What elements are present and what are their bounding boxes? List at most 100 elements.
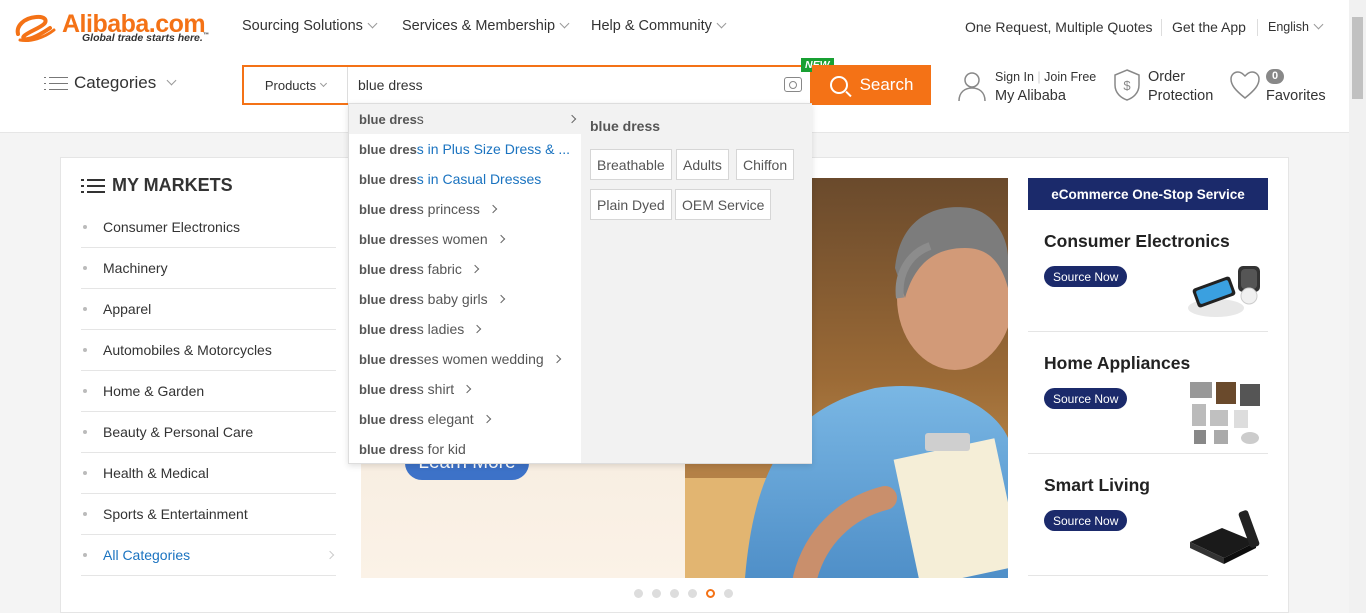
chevron-right-icon xyxy=(496,234,505,244)
suggestion-item[interactable]: blue dres s xyxy=(349,104,581,134)
favorites-label[interactable]: Favorites xyxy=(1266,88,1326,104)
suggestion-item-category[interactable]: blue dres s in Casual Dresses xyxy=(349,164,581,194)
ecom-card-consumer-electronics[interactable]: Consumer Electronics Source Now xyxy=(1028,210,1268,332)
chevron-right-icon xyxy=(482,414,491,424)
suggestion-item[interactable]: blue dres s shirt xyxy=(349,374,581,404)
suggestion-item[interactable]: blue dres s princess xyxy=(349,194,581,224)
market-label: Health & Medical xyxy=(103,465,209,481)
list-icon xyxy=(81,177,105,194)
protection-label[interactable]: Protection xyxy=(1148,88,1213,104)
suggestion-item[interactable]: blue dres s elegant xyxy=(349,404,581,434)
market-item-home-garden[interactable]: Home & Garden xyxy=(81,371,336,412)
suggestion-item[interactable]: blue dres ses women xyxy=(349,224,581,254)
suggestion-rest: s elegant xyxy=(416,411,474,427)
my-markets-heading: MY MARKETS xyxy=(112,175,233,195)
my-alibaba-link[interactable]: My Alibaba xyxy=(995,88,1066,104)
bullet xyxy=(83,389,87,393)
market-item-automobiles[interactable]: Automobiles & Motorcycles xyxy=(81,330,336,371)
rfq-link[interactable]: One Request, Multiple Quotes xyxy=(965,19,1153,35)
page-scrollbar[interactable] xyxy=(1349,0,1366,613)
chevron-right-icon xyxy=(462,384,472,394)
language-label: English xyxy=(1268,20,1309,34)
ecom-card-title: Home Appliances xyxy=(1044,353,1191,373)
bullet xyxy=(83,266,87,270)
bullet xyxy=(83,471,87,475)
market-label: Consumer Electronics xyxy=(103,219,240,235)
suggestion-rest: s baby girls xyxy=(416,291,488,307)
carousel-dot[interactable] xyxy=(652,589,661,598)
order-label[interactable]: Order xyxy=(1148,69,1185,85)
match-text: blue dres xyxy=(359,171,417,187)
match-text: blue dres xyxy=(359,261,417,277)
categories-label: Categories xyxy=(74,73,157,92)
carousel-dot[interactable] xyxy=(688,589,697,598)
suggestion-rest: s in Casual Dresses xyxy=(416,171,542,187)
chevron-right-icon xyxy=(567,114,577,124)
get-app-link[interactable]: Get the App xyxy=(1172,19,1246,35)
shield-dollar-icon: $ xyxy=(1114,69,1140,101)
bullet xyxy=(83,348,87,352)
market-item-apparel[interactable]: Apparel xyxy=(81,289,336,330)
alibaba-logo[interactable]: Alibaba.com Global trade starts here.™ xyxy=(14,10,209,46)
attribute-chip[interactable]: Plain Dyed xyxy=(590,189,672,220)
attribute-chip[interactable]: Chiffon xyxy=(736,149,795,180)
chevron-right-icon xyxy=(496,294,505,304)
market-label: Beauty & Personal Care xyxy=(103,424,254,440)
market-item-beauty[interactable]: Beauty & Personal Care xyxy=(81,412,336,453)
join-free-link[interactable]: Join Free xyxy=(1044,70,1096,84)
attribute-chip[interactable]: Adults xyxy=(676,149,729,180)
ecom-card-smart-living[interactable]: Smart Living Source Now xyxy=(1028,454,1268,576)
market-item-sports[interactable]: Sports & Entertainment xyxy=(81,494,336,535)
market-label: All Categories xyxy=(103,547,191,563)
carousel-dot[interactable] xyxy=(724,589,733,598)
suggestion-item-category[interactable]: blue dres s in Plus Size Dress & ... xyxy=(349,134,581,164)
market-item-consumer-electronics[interactable]: Consumer Electronics xyxy=(81,207,336,248)
match-text: blue dres xyxy=(359,201,417,217)
carousel-dot[interactable] xyxy=(670,589,679,598)
ecom-card-title: Smart Living xyxy=(1044,475,1150,495)
search-suggestions-dropdown: blue dres s blue dres s in Plus Size Dress… xyxy=(348,103,812,464)
user-icon[interactable] xyxy=(957,70,987,102)
carousel-dot-active[interactable] xyxy=(706,589,715,598)
search-button[interactable]: Search xyxy=(812,65,931,105)
chevron-right-icon xyxy=(488,204,498,214)
nav-help-label: Help & Community xyxy=(591,18,712,34)
market-item-health[interactable]: Health & Medical xyxy=(81,453,336,494)
nav-services-membership[interactable]: Services & Membership xyxy=(402,18,570,34)
attribute-chip[interactable]: OEM Service xyxy=(675,189,772,220)
suggestion-rest: s fabric xyxy=(416,261,462,277)
source-now-button[interactable]: Source Now xyxy=(1044,266,1128,287)
attribute-chip[interactable]: Breathable xyxy=(590,149,672,180)
market-item-machinery[interactable]: Machinery xyxy=(81,248,336,289)
ecom-card-home-appliances[interactable]: Home Appliances Source Now xyxy=(1028,332,1268,454)
source-now-button[interactable]: Source Now xyxy=(1044,388,1128,409)
suggestion-item[interactable]: blue dres s for kid xyxy=(349,434,581,464)
nav-sourcing-solutions[interactable]: Sourcing Solutions xyxy=(242,18,378,34)
source-now-button[interactable]: Source Now xyxy=(1044,510,1128,531)
suggestion-rest: s xyxy=(416,111,424,127)
sign-in-link[interactable]: Sign In xyxy=(995,70,1034,84)
search-scope-select[interactable]: Products xyxy=(244,67,348,103)
ecommerce-header[interactable]: eCommerce One-Stop Service xyxy=(1028,178,1268,210)
language-select[interactable]: English xyxy=(1268,19,1324,34)
suggestion-item[interactable]: blue dres s fabric xyxy=(349,254,581,284)
chevron-right-icon xyxy=(325,550,335,560)
market-item-all-categories[interactable]: All Categories xyxy=(81,535,336,576)
market-label: Automobiles & Motorcycles xyxy=(103,342,272,358)
nav-sourcing-label: Sourcing Solutions xyxy=(242,18,363,34)
camera-icon[interactable] xyxy=(784,77,802,92)
scrollbar-thumb[interactable] xyxy=(1352,17,1363,99)
suggestion-item[interactable]: blue dres s baby girls xyxy=(349,284,581,314)
nav-help-community[interactable]: Help & Community xyxy=(591,18,727,34)
carousel-dot[interactable] xyxy=(634,589,643,598)
heart-icon[interactable] xyxy=(1229,70,1261,100)
categories-menu[interactable]: Categories xyxy=(44,73,177,93)
match-text: blue dres xyxy=(359,141,417,157)
chevron-right-icon xyxy=(552,354,561,364)
attribute-panel-title: blue dress xyxy=(590,118,661,134)
ecom-card-title: Consumer Electronics xyxy=(1044,231,1230,251)
suggestion-item[interactable]: blue dres ses women wedding xyxy=(349,344,581,374)
suggestion-item[interactable]: blue dres s ladies xyxy=(349,314,581,344)
menu-icon xyxy=(44,75,68,92)
search-input[interactable] xyxy=(358,73,778,97)
